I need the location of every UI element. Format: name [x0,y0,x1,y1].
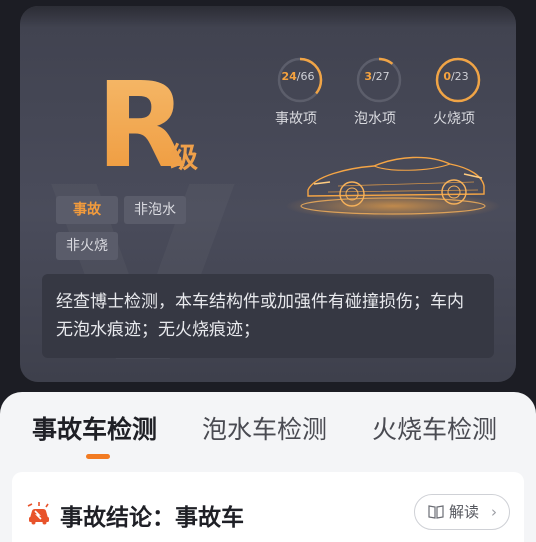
inspection-conclusion: 经查博士检测，本车结构件或加强件有碰撞损伤；车内无泡水痕迹；无火烧痕迹； [42,274,494,358]
gauge-accident: 24/66 事故项 [274,56,326,128]
gauge-fire: 0/23 火烧项 [432,56,484,128]
gauge-label-fire: 火烧项 [433,111,475,127]
grade-suffix: 级 [170,141,199,174]
accident-conclusion-title: 事故结论：事故车 [60,505,244,531]
book-icon [428,505,444,519]
tag-accident: 事故 [56,196,118,224]
tab-flood-detection[interactable]: 泡水车检测 [202,410,327,446]
tab-accident-detection[interactable]: 事故车检测 [32,410,157,446]
interpret-button[interactable]: 解读 › [414,494,510,530]
gauge-label-flood: 泡水项 [354,111,396,127]
gauge-value-flood: 3/27 [364,70,390,83]
gauge-value-fire: 0/23 [443,70,469,83]
gauge-label-accident: 事故项 [275,111,317,127]
interpret-label: 解读 [449,503,480,521]
gauge-flood: 3/27 泡水项 [353,56,405,128]
accident-result-card: 事故结论：事故车 解读 › [12,472,524,542]
detection-sheet: 事故车检测 泡水车检测 火烧车检测 事故结论：事故车 解读 › [0,392,536,542]
chevron-right-icon: › [491,503,497,521]
gauge-value-accident: 24/66 [281,70,315,83]
car-crash-icon [27,502,49,525]
grade-card: V R 级 24/66 事故项 3/27 泡水项 0/23 火烧项 [20,6,516,382]
tag-non-flood: 非泡水 [124,196,186,224]
car-wireframe-icon [285,156,501,220]
active-tab-indicator [86,454,110,459]
card-top-shade [20,6,516,28]
tag-non-fire: 非火烧 [56,232,118,260]
tab-fire-detection[interactable]: 火烧车检测 [372,410,497,446]
